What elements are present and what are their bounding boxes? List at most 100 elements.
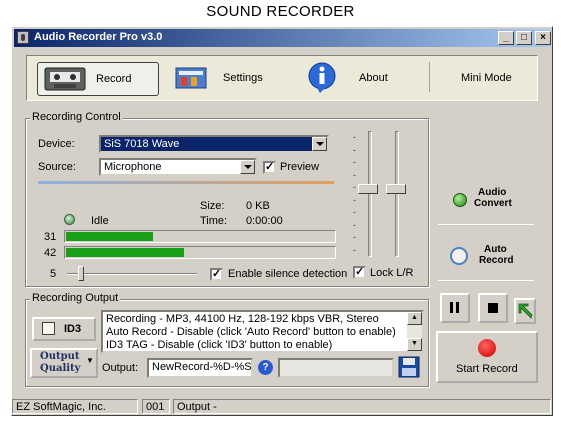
output-info-box[interactable]: Recording - MP3, 44100 Hz, 128-192 kbps … xyxy=(101,310,424,353)
settings-tab-label: Settings xyxy=(223,72,263,84)
source-value: Microphone xyxy=(104,161,162,173)
meter-left xyxy=(64,230,336,243)
about-tab-label: About xyxy=(359,72,388,84)
divider-line xyxy=(38,181,334,184)
audio-convert-label-1: Audio xyxy=(478,187,507,198)
toolbar-divider xyxy=(429,62,430,92)
time-label: Time: xyxy=(200,215,228,227)
scroll-down-icon[interactable]: ▼ xyxy=(407,338,422,351)
save-icon[interactable] xyxy=(398,356,420,378)
id3-button[interactable]: ID3 xyxy=(32,317,96,341)
meter-left-value: 31 xyxy=(44,231,57,243)
silence-detection-label: Enable silence detection xyxy=(228,268,348,280)
app-icon xyxy=(17,31,29,44)
settings-icon xyxy=(175,67,207,89)
status-company: EZ SoftMagic, Inc. xyxy=(12,399,138,414)
page-caption: SOUND RECORDER xyxy=(206,3,355,20)
id3-label: ID3 xyxy=(64,323,82,335)
meter-right-fill xyxy=(66,248,184,257)
close-button[interactable]: × xyxy=(535,31,551,45)
silence-level-value: 5 xyxy=(50,268,57,280)
undo-button[interactable] xyxy=(514,298,536,324)
auto-record-label-1: Auto xyxy=(484,244,507,255)
pause-icon xyxy=(456,302,459,313)
lock-lr-checkbox[interactable]: ✓ xyxy=(353,266,366,279)
settings-tab-button[interactable]: Settings xyxy=(167,62,277,96)
auto-record-button[interactable]: Auto Record xyxy=(438,240,534,280)
arrow-back-icon xyxy=(518,303,533,319)
chevron-down-icon: ▼ xyxy=(86,356,94,365)
pause-button[interactable] xyxy=(440,293,470,323)
record-tab-label: Record xyxy=(96,73,132,85)
recording-output-legend: Recording Output xyxy=(30,292,121,304)
preview-checkbox[interactable]: ✓ xyxy=(263,161,276,174)
side-divider-2 xyxy=(438,280,534,281)
device-select[interactable]: SiS 7018 Wave xyxy=(99,135,329,153)
stop-button[interactable] xyxy=(478,293,508,323)
time-value: 0:00:00 xyxy=(246,215,283,227)
audio-convert-label-2: Convert xyxy=(474,198,512,209)
info-line: ID3 TAG - Disable (click 'ID3' button to… xyxy=(106,339,333,351)
silence-slider-thumb[interactable] xyxy=(78,266,84,281)
silence-detection-checkbox[interactable]: ✓ xyxy=(210,268,223,281)
side-divider xyxy=(438,224,534,225)
scroll-up-icon[interactable]: ▲ xyxy=(407,312,422,325)
volume-ticks-left: ---------- xyxy=(353,132,356,255)
preview-label: Preview xyxy=(280,161,320,173)
volume-right-track[interactable] xyxy=(395,131,399,257)
chevron-down-icon[interactable] xyxy=(240,160,255,174)
audio-convert-button[interactable]: Audio Convert xyxy=(438,183,534,223)
stop-icon xyxy=(488,303,498,313)
meter-left-fill xyxy=(66,232,153,241)
start-record-button[interactable]: Start Record xyxy=(436,331,538,383)
source-label: Source: xyxy=(38,161,76,173)
lock-lr-label: Lock L/R xyxy=(370,267,414,279)
status-output: Output - xyxy=(173,399,551,414)
status-led-icon xyxy=(64,214,75,225)
output-label: Output: xyxy=(102,362,139,374)
volume-left-track[interactable] xyxy=(368,131,372,257)
output-filename-value: NewRecord-%D-%S xyxy=(152,361,252,373)
mini-mode-label: Mini Mode xyxy=(461,72,512,84)
title-bar[interactable]: Audio Recorder Pro v3.0 _ □ × xyxy=(14,29,551,47)
volume-left-thumb[interactable] xyxy=(358,184,378,194)
output-path-field[interactable] xyxy=(278,358,394,378)
meter-right xyxy=(64,246,336,259)
start-record-label: Start Record xyxy=(456,363,518,375)
chevron-down-icon[interactable] xyxy=(312,137,327,151)
status-code: 001 xyxy=(142,399,170,414)
id3-icon xyxy=(42,322,55,335)
record-dot-icon xyxy=(478,339,496,357)
help-icon[interactable]: ? xyxy=(258,360,273,375)
output-quality-label-1: Output xyxy=(40,351,80,362)
about-tab-button[interactable]: About xyxy=(297,60,407,94)
window-title: Audio Recorder Pro v3.0 xyxy=(34,31,163,43)
output-quality-label-2: Quality xyxy=(40,363,81,374)
info-line: Recording - MP3, 44100 Hz, 128-192 kbps … xyxy=(106,313,379,325)
device-value: SiS 7018 Wave xyxy=(104,138,180,150)
silence-slider-track[interactable] xyxy=(67,273,197,275)
status-text: Idle xyxy=(91,215,109,227)
size-label: Size: xyxy=(200,200,225,212)
toolbar: Record Settings About Mini Mode xyxy=(26,55,538,101)
cassette-icon xyxy=(44,67,86,91)
app-window: Audio Recorder Pro v3.0 _ □ × Record Set… xyxy=(11,26,553,416)
auto-record-label-2: Record xyxy=(479,255,514,266)
output-quality-button[interactable]: Output Quality ▼ xyxy=(30,348,98,378)
meter-right-value: 42 xyxy=(44,247,57,259)
clock-icon xyxy=(450,247,468,265)
volume-right-thumb[interactable] xyxy=(386,184,406,194)
output-filename-input[interactable]: NewRecord-%D-%S xyxy=(147,358,253,378)
convert-icon xyxy=(453,193,467,207)
recording-control-legend: Recording Control xyxy=(30,111,123,123)
info-scrollbar[interactable]: ▲ ▼ xyxy=(407,312,422,351)
info-line: Auto Record - Disable (click 'Auto Recor… xyxy=(106,326,396,338)
minimize-button[interactable]: _ xyxy=(498,31,514,45)
maximize-button[interactable]: □ xyxy=(516,31,532,45)
source-select[interactable]: Microphone xyxy=(99,158,257,176)
device-label: Device: xyxy=(38,138,75,150)
pause-icon xyxy=(450,302,453,313)
record-tab-button[interactable]: Record xyxy=(37,62,159,96)
mini-mode-button[interactable]: Mini Mode xyxy=(447,62,527,96)
size-value: 0 KB xyxy=(246,200,270,212)
